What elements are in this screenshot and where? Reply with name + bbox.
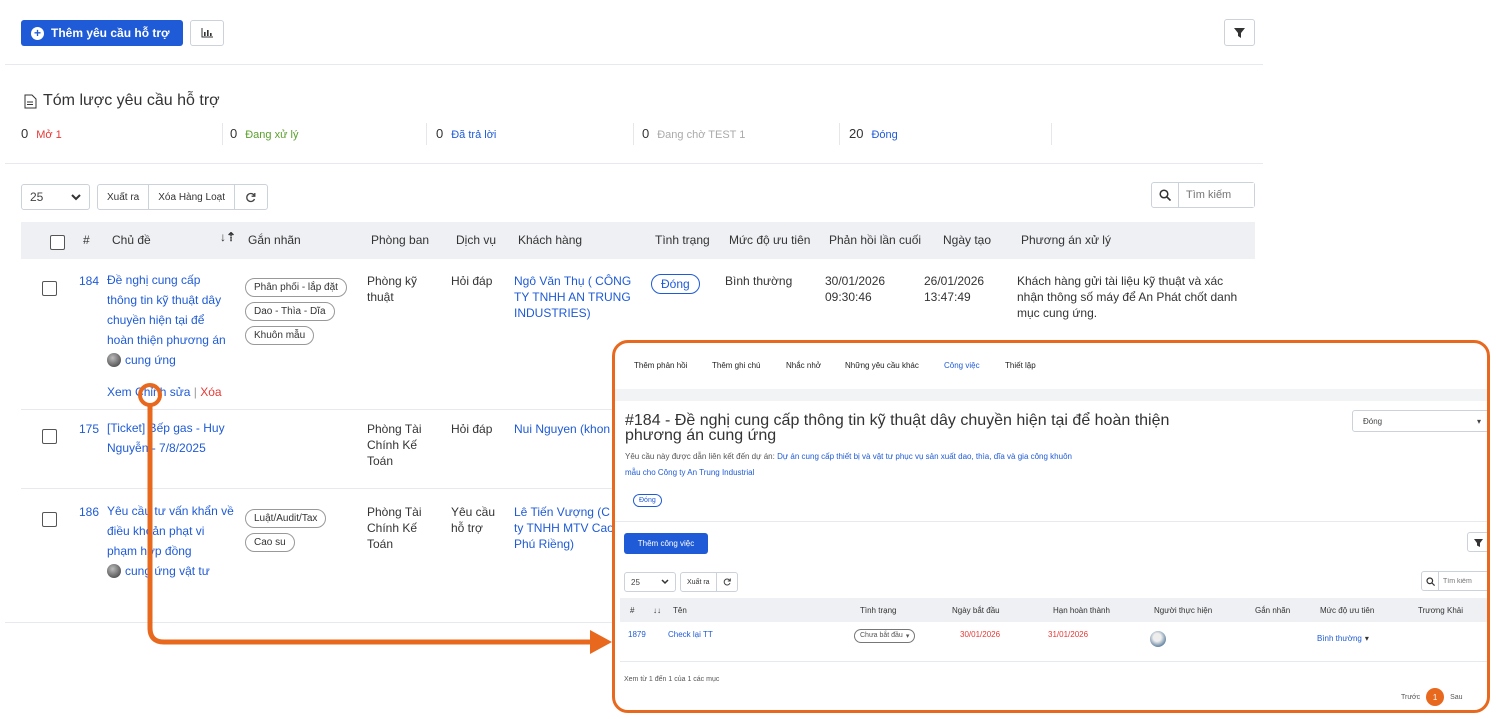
col-created[interactable]: Ngày tạo	[943, 233, 991, 247]
pagination-info: Xem từ 1 đến 1 của 1 các mục	[624, 676, 720, 683]
caret-down-icon: ▾	[905, 633, 910, 640]
popup-filter-button[interactable]	[1467, 532, 1487, 552]
col-task-tags[interactable]: Gắn nhãn	[1255, 606, 1290, 615]
tab-reminders[interactable]: Nhắc nhở	[786, 361, 821, 370]
project-link-text: Yêu cầu này được dẫn liên kết đến dự án:…	[625, 452, 1072, 477]
sort-icon: ↓↓	[653, 606, 661, 615]
popup-search-input[interactable]	[1439, 572, 1487, 590]
task-status-dropdown[interactable]: Chưa bắt đầu ▾	[854, 629, 916, 643]
summary-closed[interactable]: 20 Đóng	[849, 126, 898, 141]
pagination: Trước 1 Sau	[1401, 688, 1463, 706]
assignee-avatar[interactable]	[1150, 631, 1166, 647]
task-start-date: 30/01/2026	[960, 630, 1001, 639]
popup-search-box	[1421, 571, 1487, 591]
chevron-down-icon	[661, 579, 669, 585]
col-task-priority[interactable]: Mức độ ưu tiên	[1320, 606, 1374, 615]
popup-export-button[interactable]: Xuất ra	[681, 573, 717, 591]
popup-table-actions: Xuất ra	[680, 572, 738, 592]
tab-settings[interactable]: Thiết lập	[1005, 361, 1036, 370]
task-name[interactable]: Check lại TT	[668, 630, 713, 639]
search-icon[interactable]	[1422, 572, 1439, 590]
task-due-date: 31/01/2026	[1048, 630, 1089, 639]
current-page-button[interactable]: 1	[1426, 688, 1445, 706]
task-priority-dropdown[interactable]: Bình thường ▾	[1317, 634, 1369, 643]
priority: Bình thường	[725, 274, 793, 288]
ticket-title-heading: #184 - Đề nghị cung cấp thông tin kỹ thu…	[625, 412, 1170, 444]
col-last-reply[interactable]: Phản hồi lần cuối	[829, 233, 921, 247]
filter-icon	[1234, 28, 1245, 38]
project-link[interactable]: mẫu cho Công ty An Trung Industrial	[625, 468, 754, 477]
ticket-detail-popup: Thêm phản hồi Thêm ghi chú Nhắc nhở Nhữn…	[612, 340, 1490, 713]
popup-refresh-button[interactable]	[717, 573, 737, 591]
caret-down-icon: ▾	[1476, 416, 1481, 426]
col-task-status[interactable]: Tình trạng	[860, 606, 896, 615]
search-icon[interactable]	[1152, 183, 1179, 207]
col-custom[interactable]: Trương Khải	[1418, 606, 1463, 615]
created-date: 26/01/2026 13:47:49	[924, 274, 985, 304]
project-link[interactable]: Dự án cung cấp thiết bị và vật tư phục v…	[777, 452, 1072, 461]
last-reply: 30/01/2026 09:30:46	[825, 274, 886, 304]
annotation-connector	[138, 383, 612, 654]
tab-add-note[interactable]: Thêm ghi chú	[712, 361, 760, 370]
filter-button[interactable]	[1224, 19, 1255, 46]
search-box	[1151, 182, 1255, 208]
task-id[interactable]: 1879	[628, 630, 646, 639]
col-start-date[interactable]: Ngày bắt đầu	[952, 606, 1000, 615]
next-page-button[interactable]: Sau	[1450, 694, 1462, 701]
solution: Khách hàng gửi tài liệu kỹ thuật và xác n…	[1017, 274, 1238, 320]
col-id[interactable]: #	[630, 606, 634, 615]
col-assignee[interactable]: Người thực hiện	[1154, 606, 1212, 615]
refresh-icon	[723, 578, 731, 586]
col-due-date[interactable]: Hạn hoàn thành	[1053, 606, 1110, 615]
filter-icon	[1474, 538, 1483, 547]
tab-tasks[interactable]: Công việc	[944, 361, 980, 370]
status-select[interactable]: Đóng ▾	[1352, 410, 1487, 432]
tab-add-reply[interactable]: Thêm phản hồi	[634, 361, 687, 370]
tab-other-requests[interactable]: Những yêu cầu khác	[845, 361, 919, 370]
add-task-button[interactable]: Thêm công việc	[624, 533, 708, 554]
prev-page-button[interactable]: Trước	[1401, 694, 1420, 701]
caret-down-icon: ▾	[1364, 634, 1369, 643]
col-priority[interactable]: Mức độ ưu tiên	[729, 233, 810, 247]
search-input[interactable]	[1179, 183, 1254, 207]
col-solution[interactable]: Phương án xử lý	[1021, 233, 1111, 247]
status-badge: Đóng	[633, 494, 662, 507]
popup-page-size-select[interactable]: 25	[624, 572, 676, 592]
col-name[interactable]: Tên	[673, 606, 687, 615]
